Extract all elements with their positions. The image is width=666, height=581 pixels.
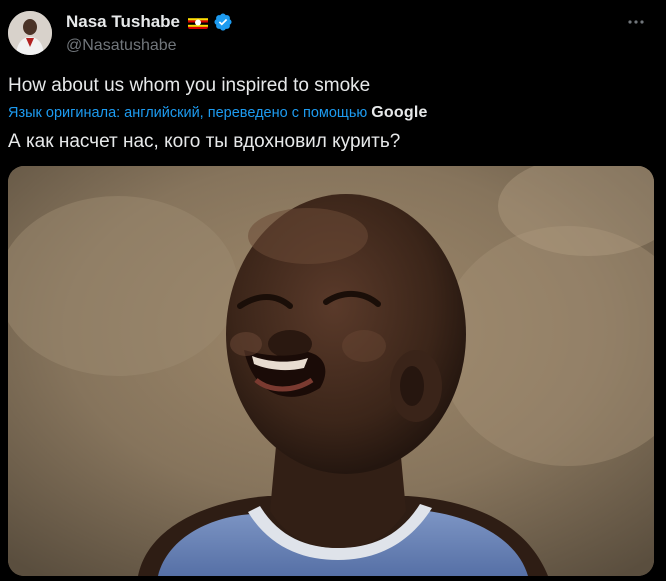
avatar[interactable] <box>8 11 52 55</box>
tweet-text: How about us whom you inspired to smoke <box>8 75 371 96</box>
tweet-card: Nasa Tushabe @Nasatushabe How about us w… <box>0 0 666 581</box>
avatar-image <box>8 11 52 55</box>
google-logo: Google <box>371 104 428 121</box>
verified-badge-icon <box>213 12 233 32</box>
translation-note[interactable]: Язык оригинала: английский, переведено с… <box>8 104 428 122</box>
author-name[interactable]: Nasa Tushabe <box>66 12 180 32</box>
uganda-flag-icon <box>188 16 208 29</box>
translated-text: А как насчет нас, кого ты вдохновил кури… <box>8 131 401 152</box>
translation-note-label: Язык оригинала: английский, переведено с… <box>8 105 368 121</box>
author-handle[interactable]: @Nasatushabe <box>66 36 177 56</box>
photo-laughing-child <box>8 166 654 576</box>
tweet-photo[interactable] <box>8 166 654 576</box>
more-horizontal-icon[interactable] <box>624 12 648 32</box>
